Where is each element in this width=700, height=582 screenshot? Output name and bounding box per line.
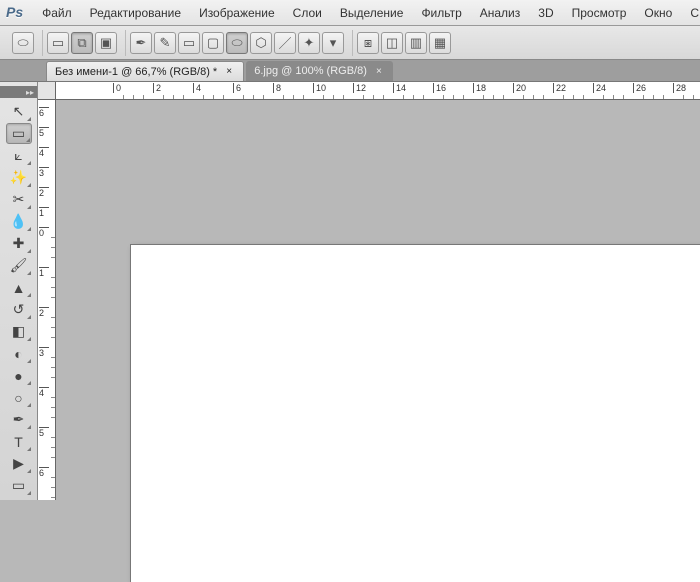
- crop-tool-icon[interactable]: ✂: [6, 189, 32, 210]
- menu-item[interactable]: Анализ: [471, 6, 530, 20]
- path-select-tool-icon[interactable]: ▶: [6, 453, 32, 474]
- stamp-tool-icon[interactable]: ▲: [6, 277, 32, 298]
- move-tool-icon[interactable]: ↖: [6, 101, 32, 122]
- ruler-origin[interactable]: [38, 82, 56, 100]
- document-tab[interactable]: 6.jpg @ 100% (RGB/8) ×: [246, 61, 393, 81]
- menu-item[interactable]: Редактирование: [81, 6, 190, 20]
- ruler-vertical[interactable]: 6 5 4 3 2 1 0 1 2 3 4 5 6: [38, 100, 56, 500]
- menu-item[interactable]: Просмотр: [563, 6, 636, 20]
- ruler-tick: 2: [39, 187, 49, 198]
- menu-item[interactable]: Окно: [635, 6, 681, 20]
- new-selection-icon[interactable]: ▭: [47, 32, 69, 54]
- ruler-tick: 20: [513, 83, 526, 93]
- brush-tool-icon[interactable]: 🖌: [6, 255, 32, 276]
- menu-item[interactable]: Выделение: [331, 6, 413, 20]
- menu-item[interactable]: Фильтр: [412, 6, 470, 20]
- close-icon[interactable]: ×: [373, 65, 385, 77]
- ruler-tick: 2: [39, 307, 49, 318]
- eyedropper-tool-icon[interactable]: 💧: [6, 211, 32, 232]
- document-tab-label: Без имени-1 @ 66,7% (RGB/8) *: [55, 66, 217, 78]
- menu-item[interactable]: С: [681, 6, 700, 20]
- align-center-icon[interactable]: ◫: [381, 32, 403, 54]
- ruler-tick: 24: [593, 83, 606, 93]
- ruler-tick: 26: [633, 83, 646, 93]
- ruler-tick: 2: [153, 83, 161, 93]
- align-more-icon[interactable]: ▦: [429, 32, 451, 54]
- history-brush-tool-icon[interactable]: ↺: [6, 299, 32, 320]
- document-tab-label: 6.jpg @ 100% (RGB/8): [254, 65, 367, 77]
- ruler-tick: 1: [39, 267, 49, 278]
- align-right-icon[interactable]: ▥: [405, 32, 427, 54]
- ruler-tick: 5: [39, 427, 49, 438]
- round-rect-icon[interactable]: ▢: [202, 32, 224, 54]
- subtract-selection-icon[interactable]: ▣: [95, 32, 117, 54]
- ruler-tick: 8: [273, 83, 281, 93]
- blur-tool-icon[interactable]: ●: [6, 365, 32, 386]
- ruler-tick: 6: [39, 467, 49, 478]
- healing-brush-tool-icon[interactable]: ✚: [6, 233, 32, 254]
- gradient-tool-icon[interactable]: ◐: [6, 343, 32, 364]
- ruler-tick: 10: [313, 83, 326, 93]
- ruler-tick: 14: [393, 83, 406, 93]
- workspace: ▸▸ ↖▭⟀✨✂💧✚🖌▲↺◧◐●○✒T▶▭ 024681012141618202…: [0, 82, 700, 500]
- options-group-shape-tools: ✒✎▭▢⬭⬡／✦▾: [125, 30, 348, 56]
- tools-panel-grip[interactable]: ▸▸: [0, 86, 37, 98]
- app-logo: Ps: [6, 4, 23, 22]
- ruler-tick: 0: [39, 227, 49, 238]
- ruler-tick: 22: [553, 83, 566, 93]
- ruler-tick: 16: [433, 83, 446, 93]
- document-tab[interactable]: Без имени-1 @ 66,7% (RGB/8) * ×: [46, 61, 244, 81]
- ruler-tick: 5: [39, 127, 49, 138]
- canvas-area[interactable]: 024681012141618202224262830 654321012345…: [38, 82, 700, 500]
- options-group-align: ⧆◫▥▦: [352, 30, 455, 56]
- ellipse-icon[interactable]: ⬭: [12, 32, 34, 54]
- ruler-tick: 12: [353, 83, 366, 93]
- menu-item[interactable]: Изображение: [190, 6, 284, 20]
- ruler-tick: 3: [39, 347, 49, 358]
- lasso-tool-icon[interactable]: ⟀: [6, 145, 32, 166]
- ruler-horizontal[interactable]: 024681012141618202224262830: [56, 82, 700, 100]
- ruler-tick: 4: [39, 147, 49, 158]
- options-group-shape-preset: ⬭: [8, 30, 38, 56]
- dodge-tool-icon[interactable]: ○: [6, 387, 32, 408]
- marquee-tool-icon[interactable]: ▭: [6, 123, 32, 144]
- menu-bar: Ps ФайлРедактированиеИзображениеСлоиВыде…: [0, 0, 700, 26]
- rectangle-tool-icon[interactable]: ▭: [6, 475, 32, 496]
- options-bar: ⬭▭⧉▣✒✎▭▢⬭⬡／✦▾⧆◫▥▦: [0, 26, 700, 60]
- pen-icon[interactable]: ✒: [130, 32, 152, 54]
- menu-item[interactable]: 3D: [529, 6, 562, 20]
- ruler-tick: 6: [233, 83, 241, 93]
- custom-shape-icon[interactable]: ✦: [298, 32, 320, 54]
- dropdown-icon[interactable]: ▾: [322, 32, 344, 54]
- freeform-pen-icon[interactable]: ✎: [154, 32, 176, 54]
- pen-tool-icon[interactable]: ✒: [6, 409, 32, 430]
- type-tool-icon[interactable]: T: [6, 431, 32, 452]
- ruler-tick: 18: [473, 83, 486, 93]
- ruler-tick: 3: [39, 167, 49, 178]
- document-tab-bar: Без имени-1 @ 66,7% (RGB/8) *×6.jpg @ 10…: [0, 60, 700, 82]
- eraser-tool-icon[interactable]: ◧: [6, 321, 32, 342]
- ruler-tick: 6: [39, 107, 49, 118]
- add-selection-icon[interactable]: ⧉: [71, 32, 93, 54]
- ruler-tick: 1: [39, 207, 49, 218]
- close-icon[interactable]: ×: [223, 66, 235, 78]
- menu-item[interactable]: Слои: [284, 6, 331, 20]
- ruler-tick: 0: [113, 83, 121, 93]
- ruler-tick: 28: [673, 83, 686, 93]
- polygon-icon[interactable]: ⬡: [250, 32, 272, 54]
- line-icon[interactable]: ／: [274, 32, 296, 54]
- menu-item[interactable]: Файл: [33, 6, 81, 20]
- options-group-selection-mode: ▭⧉▣: [42, 30, 121, 56]
- tools-panel: ▸▸ ↖▭⟀✨✂💧✚🖌▲↺◧◐●○✒T▶▭: [0, 82, 38, 500]
- ruler-tick: 4: [193, 83, 201, 93]
- rect-icon[interactable]: ▭: [178, 32, 200, 54]
- ellipse-shape-icon[interactable]: ⬭: [226, 32, 248, 54]
- align-left-icon[interactable]: ⧆: [357, 32, 379, 54]
- document-canvas[interactable]: [131, 245, 700, 582]
- magic-wand-tool-icon[interactable]: ✨: [6, 167, 32, 188]
- ruler-tick: 4: [39, 387, 49, 398]
